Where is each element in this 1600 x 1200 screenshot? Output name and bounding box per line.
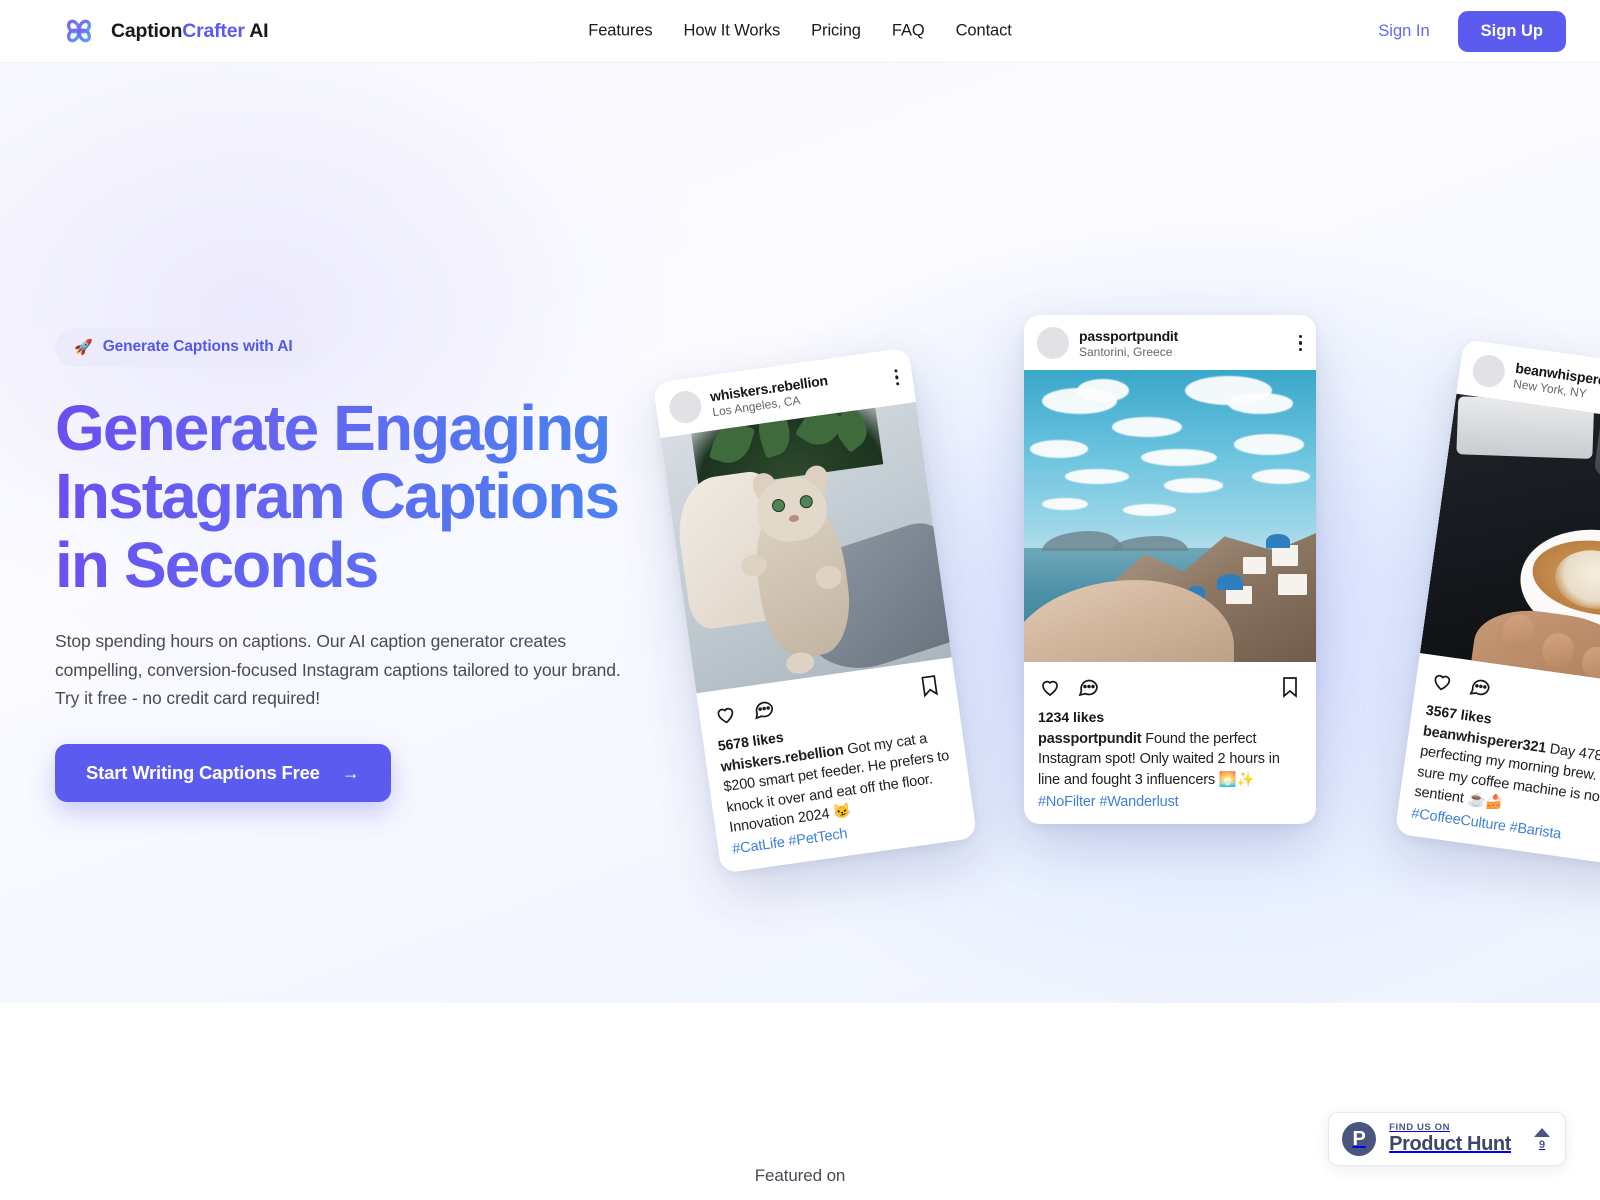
instagram-card-stack: whiskers.rebellion Los Angeles, CA 5678 … <box>0 63 1600 1003</box>
hero-section: 🚀 Generate Captions with AI Generate Eng… <box>0 63 1600 1003</box>
comment-icon[interactable] <box>750 696 777 723</box>
nav-item-faq[interactable]: FAQ <box>892 22 925 41</box>
sign-in-link[interactable]: Sign In <box>1378 22 1429 41</box>
instagram-post-card[interactable]: beanwhisperer321 New York, NY 3567 likes… <box>1394 339 1600 870</box>
caption-text: Day 478 of perfecting my morning brew. P… <box>1413 741 1600 812</box>
comment-icon[interactable] <box>1466 673 1493 700</box>
top-navbar: CaptionCrafter AI Features How It Works … <box>0 0 1600 63</box>
latte-art-pour-photo <box>1419 393 1600 690</box>
brand-name-accent: Crafter <box>182 19 245 42</box>
product-hunt-name: Product Hunt <box>1389 1133 1511 1156</box>
post-hashtags[interactable]: #NoFilter #Wanderlust <box>1038 794 1302 810</box>
post-like-count: 1234 likes <box>1038 709 1105 725</box>
product-hunt-upvote-count: 9 <box>1538 1138 1546 1151</box>
santorini-greece-photo <box>1024 370 1316 662</box>
bookmark-icon[interactable] <box>1278 675 1302 699</box>
post-location: Santorini, Greece <box>1079 344 1173 359</box>
product-hunt-upvote[interactable]: 9 <box>1534 1127 1550 1151</box>
avatar <box>1037 327 1069 359</box>
butterfly-logo-icon <box>60 12 98 50</box>
featured-section: Featured on <box>0 1003 1600 1200</box>
post-actions <box>1024 662 1316 701</box>
cat-on-couch-photo <box>660 401 952 694</box>
product-hunt-badge[interactable]: P FIND US ON Product Hunt 9 <box>1328 1112 1566 1166</box>
post-header: passportpundit Santorini, Greece <box>1024 315 1316 370</box>
nav-item-contact[interactable]: Contact <box>956 22 1012 41</box>
nav-links: Features How It Works Pricing FAQ Contac… <box>588 22 1012 41</box>
nav-actions: Sign In Sign Up <box>1378 10 1566 52</box>
bookmark-icon[interactable] <box>916 672 943 699</box>
avatar <box>1470 352 1507 390</box>
nav-item-features[interactable]: Features <box>588 22 652 41</box>
like-icon[interactable] <box>1429 668 1456 695</box>
post-caption: passportpundit Found the perfect Instagr… <box>1038 729 1302 790</box>
avatar <box>667 388 704 426</box>
instagram-post-card[interactable]: whiskers.rebellion Los Angeles, CA 5678 … <box>652 347 978 874</box>
product-hunt-kicker: FIND US ON <box>1389 1121 1451 1133</box>
brand-logo[interactable]: CaptionCrafter AI <box>60 12 269 50</box>
comment-icon[interactable] <box>1076 675 1100 699</box>
more-options-icon[interactable] <box>893 368 902 386</box>
brand-title: CaptionCrafter AI <box>111 19 269 43</box>
brand-name-primary: Caption <box>111 19 183 42</box>
instagram-post-card[interactable]: passportpundit Santorini, Greece 1234 li… <box>1024 315 1316 824</box>
landing-page: CaptionCrafter AI Features How It Works … <box>0 0 1600 1200</box>
nav-item-how-it-works[interactable]: How It Works <box>684 22 781 41</box>
caret-up-icon <box>1534 1127 1550 1137</box>
post-body: 3567 likes beanwhisperer321 Day 478 of p… <box>1395 692 1600 870</box>
nav-item-pricing[interactable]: Pricing <box>811 22 861 41</box>
brand-name-suffix: AI <box>244 19 269 42</box>
like-icon[interactable] <box>712 701 739 728</box>
post-username: passportpundit <box>1079 327 1179 344</box>
featured-label: Featured on <box>754 1166 846 1185</box>
sign-up-button[interactable]: Sign Up <box>1457 10 1566 52</box>
like-icon[interactable] <box>1038 675 1062 699</box>
caption-author: passportpundit <box>1038 731 1142 747</box>
more-options-icon[interactable] <box>1298 334 1305 352</box>
post-body: 1234 likes passportpundit Found the perf… <box>1024 701 1316 824</box>
product-hunt-logo-icon: P <box>1342 1122 1377 1156</box>
